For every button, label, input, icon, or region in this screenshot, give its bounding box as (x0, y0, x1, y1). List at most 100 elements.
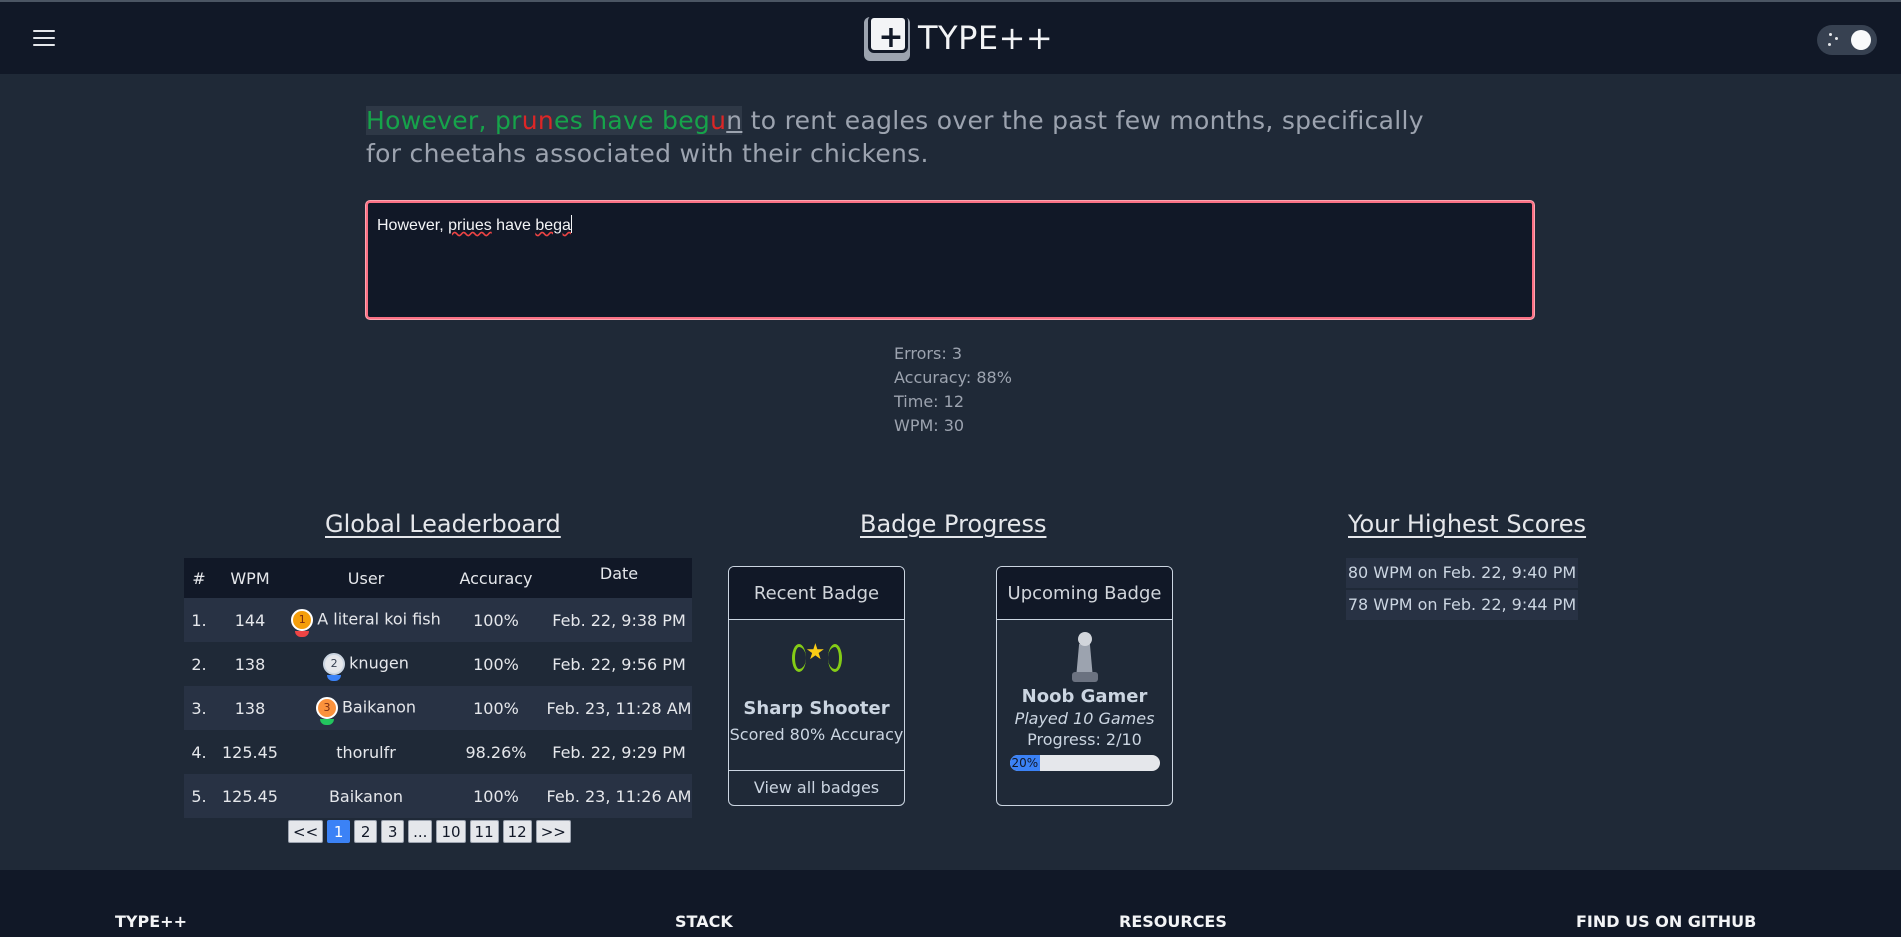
table-row: 5. 125.45 Baikanon 100% Feb. 23, 11:26 A… (184, 774, 692, 818)
page-button-11[interactable]: 11 (469, 820, 499, 843)
username[interactable]: Baikanon (329, 787, 403, 806)
page-next-button[interactable]: >> (535, 820, 571, 843)
input-text: However, (377, 217, 449, 234)
rank-cell: 3. (184, 686, 214, 730)
rank-cell: 5. (184, 774, 214, 818)
footer-heading: TYPE++ (115, 912, 187, 931)
typing-input[interactable]: However, priues have bega (366, 201, 1534, 319)
col-header: Date (546, 558, 692, 598)
prompt-error: un (521, 106, 555, 135)
chess-pawn-icon (1070, 632, 1100, 684)
col-header: WPM (214, 558, 286, 598)
keycap-plus-icon: + (864, 15, 912, 61)
footer: TYPE++ STACK RESOURCES FIND US ON GITHUB (0, 870, 1901, 937)
wpm-cell: 138 (234, 654, 266, 674)
score-item: 78 WPM on Feb. 22, 9:44 PM (1346, 590, 1578, 620)
progress-fill: 20% (1009, 755, 1040, 771)
upcoming-badge-card: Upcoming Badge Noob Gamer Played 10 Game… (996, 566, 1173, 806)
accuracy-cell: 100% (446, 598, 546, 642)
navbar: + TYPE++ (0, 0, 1901, 74)
badge-desc: Played 10 Games (1014, 709, 1155, 728)
accuracy-cell: 100% (473, 654, 519, 674)
rank-cell: 2. (191, 654, 207, 674)
recent-badge-card: Recent Badge ★ Sharp Shooter Scored 80% … (728, 566, 905, 806)
table-row: 3. 138 3 Baikanon 100% Feb. 23, 11:28 AM (184, 686, 692, 730)
laurel-star-icon: ★ (790, 638, 844, 678)
page-button-2[interactable]: 2 (354, 820, 378, 843)
footer-heading: FIND US ON GITHUB (1576, 912, 1757, 931)
page-button-10[interactable]: 10 (436, 820, 466, 843)
gold-medal-icon: 1 (291, 609, 314, 637)
prompt-correct: However, pr (366, 106, 522, 135)
accuracy-stat: Accuracy: 88% (894, 368, 1012, 387)
upcoming-badge-header: Upcoming Badge (997, 567, 1172, 620)
wpm-cell: 144 (214, 598, 286, 642)
table-row: 4. 125.45 thorulfr 98.26% Feb. 22, 9:29 … (184, 730, 692, 774)
page-ellipsis: ... (408, 820, 433, 843)
input-text: have (491, 217, 536, 234)
date-cell: Feb. 22, 9:38 PM (546, 598, 692, 642)
col-header: Accuracy (446, 558, 546, 598)
user-cell: 3 Baikanon (286, 686, 446, 730)
date-cell: Feb. 22, 9:56 PM (552, 654, 686, 674)
silver-medal-icon: 2 (323, 653, 346, 681)
accuracy-cell: 98.26% (465, 742, 527, 762)
theme-toggle[interactable] (1817, 25, 1877, 55)
toggle-knob (1851, 30, 1871, 50)
highest-scores-title[interactable]: Your Highest Scores (1348, 510, 1586, 538)
badge-progress-title[interactable]: Badge Progress (860, 510, 1046, 538)
username[interactable]: knugen (349, 654, 409, 673)
table-header: # WPM User Accuracy Date (184, 558, 692, 598)
misspelled-word: priues (448, 217, 492, 234)
footer-heading: RESOURCES (1119, 912, 1227, 931)
prompt-correct: es have beg (554, 106, 711, 135)
recent-badge-header: Recent Badge (729, 567, 904, 620)
pagination: << 1 2 3 ... 10 11 12 >> (288, 820, 571, 843)
user-cell: 1A literal koi fish (286, 598, 446, 642)
date-cell: Feb. 23, 11:26 AM (546, 774, 692, 818)
user-cell: Baikanon (286, 774, 446, 818)
date-cell: Feb. 23, 11:28 AM (546, 686, 692, 730)
col-header: User (286, 558, 446, 598)
hamburger-icon[interactable] (33, 30, 55, 48)
table-row: 2. 138 2 knugen 100% Feb. 22, 9:56 PM (184, 642, 692, 686)
accuracy-cell: 100% (446, 686, 546, 730)
errors-stat: Errors: 3 (894, 344, 962, 363)
leaderboard-title[interactable]: Global Leaderboard (325, 510, 561, 538)
view-all-badges-link[interactable]: View all badges (729, 770, 904, 805)
badge-progress-bar: 20% (1009, 755, 1160, 771)
accuracy-cell: 100% (446, 774, 546, 818)
brand[interactable]: + TYPE++ (864, 15, 1053, 61)
username[interactable]: thorulfr (336, 743, 396, 762)
brand-name: TYPE++ (918, 19, 1054, 57)
score-item: 80 WPM on Feb. 22, 9:40 PM (1346, 558, 1578, 588)
rank-cell: 4. (191, 742, 207, 762)
username[interactable]: Baikanon (342, 698, 416, 717)
badge-desc: Scored 80% Accuracy (729, 725, 904, 744)
highest-scores-list: 80 WPM on Feb. 22, 9:40 PM 78 WPM on Feb… (1346, 558, 1578, 622)
badge-name: Sharp Shooter (743, 698, 890, 719)
wpm-cell: 125.45 (222, 742, 278, 762)
user-cell: thorulfr (286, 730, 446, 774)
date-cell: Feb. 22, 9:29 PM (552, 742, 686, 762)
user-cell: 2 knugen (286, 642, 446, 686)
typing-prompt: However, prunes have begun to rent eagle… (366, 104, 1466, 170)
badge-name: Noob Gamer (1021, 686, 1148, 707)
wpm-stat: WPM: 30 (894, 416, 965, 435)
table-row: 1. 144 1A literal koi fish 100% Feb. 22,… (184, 598, 692, 642)
page-button-1[interactable]: 1 (327, 820, 351, 843)
leaderboard-table: # WPM User Accuracy Date 1. 144 1A liter… (184, 558, 692, 818)
col-header: # (184, 558, 214, 598)
misspelled-word: bega (535, 217, 571, 234)
badge-progress-text: Progress: 2/10 (1027, 730, 1142, 749)
text-caret (570, 215, 572, 233)
prompt-error: u (710, 106, 727, 135)
footer-heading: STACK (675, 912, 733, 931)
username[interactable]: A literal koi fish (317, 610, 441, 629)
page-prev-button[interactable]: << (288, 820, 324, 843)
page-button-3[interactable]: 3 (381, 820, 405, 843)
wpm-cell: 125.45 (214, 774, 286, 818)
page-button-12[interactable]: 12 (502, 820, 532, 843)
wpm-cell: 138 (214, 686, 286, 730)
moon-icon (1827, 31, 1841, 49)
